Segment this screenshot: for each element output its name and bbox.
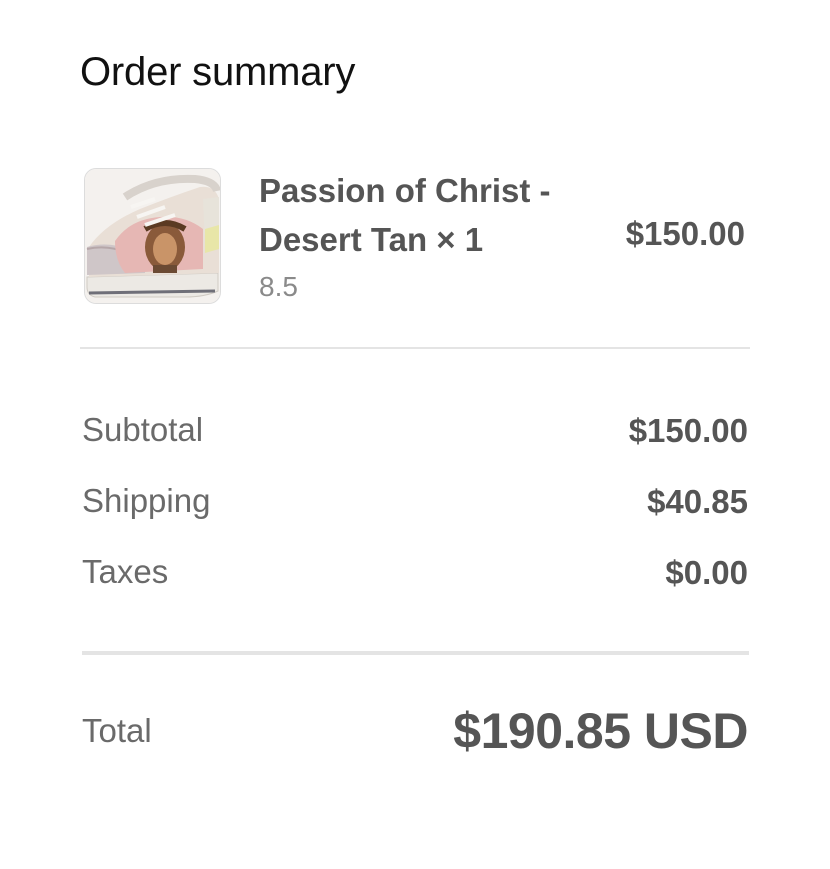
taxes-label: Taxes (82, 553, 169, 590)
total-value: $190.85 USD (453, 703, 748, 759)
sneaker-image-icon (85, 169, 220, 303)
order-summary-title: Order summary (80, 50, 356, 94)
total-label: Total (82, 712, 152, 749)
divider (80, 347, 750, 349)
subtotal-label: Subtotal (82, 411, 204, 448)
product-variant: 8.5 (259, 271, 298, 302)
taxes-value: $0.00 (665, 554, 748, 591)
product-price: $150.00 (625, 215, 745, 252)
shipping-value: $40.85 (647, 483, 748, 520)
shipping-label: Shipping (82, 482, 211, 519)
product-thumbnail[interactable] (84, 168, 221, 304)
subtotal-value: $150.00 (628, 412, 748, 449)
product-name: Passion of Christ - Desert Tan × 1 (259, 172, 551, 258)
divider (82, 651, 749, 655)
